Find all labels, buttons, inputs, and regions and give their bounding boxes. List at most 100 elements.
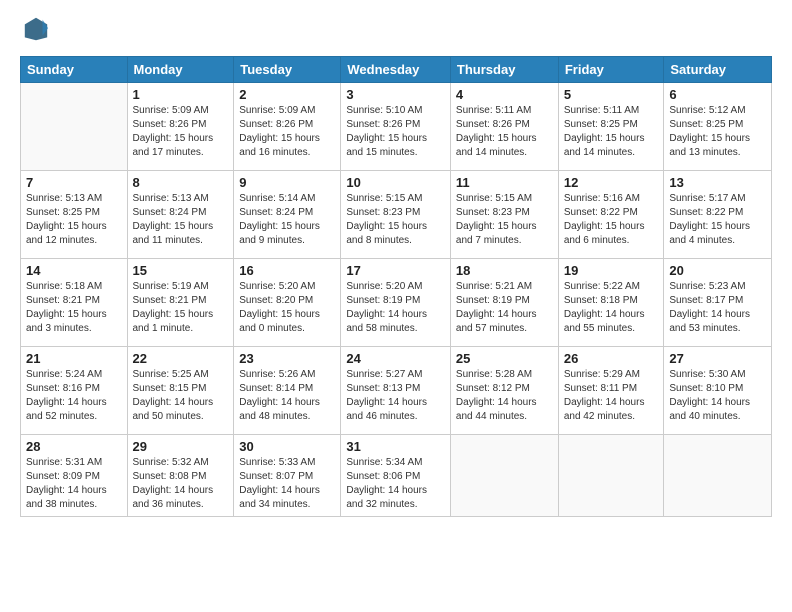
day-number: 30 (239, 439, 335, 454)
logo-text (20, 15, 50, 48)
calendar-cell: 25 Sunrise: 5:28 AMSunset: 8:12 PMDayligh… (450, 347, 558, 435)
day-number: 7 (26, 175, 122, 190)
calendar-cell: 13 Sunrise: 5:17 AMSunset: 8:22 PMDayligh… (664, 171, 772, 259)
main-container: SundayMondayTuesdayWednesdayThursdayFrid… (0, 0, 792, 527)
calendar-day-header: Wednesday (341, 57, 451, 83)
day-number: 2 (239, 87, 335, 102)
calendar-cell: 31 Sunrise: 5:34 AMSunset: 8:06 PMDayligh… (341, 435, 451, 517)
day-info: Sunrise: 5:24 AMSunset: 8:16 PMDaylight:… (26, 368, 122, 424)
day-number: 4 (456, 87, 553, 102)
day-number: 16 (239, 263, 335, 278)
day-number: 20 (669, 263, 766, 278)
calendar-header-row: SundayMondayTuesdayWednesdayThursdayFrid… (21, 57, 772, 83)
calendar-week-row: 28 Sunrise: 5:31 AMSunset: 8:09 PMDayligh… (21, 435, 772, 517)
day-info: Sunrise: 5:28 AMSunset: 8:12 PMDaylight:… (456, 368, 553, 424)
day-number: 23 (239, 351, 335, 366)
day-info: Sunrise: 5:32 AMSunset: 8:08 PMDaylight:… (133, 456, 229, 512)
calendar-cell: 18 Sunrise: 5:21 AMSunset: 8:19 PMDayligh… (450, 259, 558, 347)
calendar-cell: 24 Sunrise: 5:27 AMSunset: 8:13 PMDayligh… (341, 347, 451, 435)
day-info: Sunrise: 5:13 AMSunset: 8:25 PMDaylight:… (26, 192, 122, 248)
day-number: 13 (669, 175, 766, 190)
day-info: Sunrise: 5:25 AMSunset: 8:15 PMDaylight:… (133, 368, 229, 424)
calendar-week-row: 21 Sunrise: 5:24 AMSunset: 8:16 PMDayligh… (21, 347, 772, 435)
calendar-cell: 5Sunrise: 5:11 AMSunset: 8:25 PMDaylight… (558, 83, 664, 171)
calendar-cell (21, 83, 128, 171)
day-info: Sunrise: 5:34 AMSunset: 8:06 PMDaylight:… (346, 456, 445, 512)
day-info: Sunrise: 5:29 AMSunset: 8:11 PMDaylight:… (564, 368, 659, 424)
day-number: 10 (346, 175, 445, 190)
day-info: Sunrise: 5:26 AMSunset: 8:14 PMDaylight:… (239, 368, 335, 424)
calendar-cell (450, 435, 558, 517)
calendar-cell: 17 Sunrise: 5:20 AMSunset: 8:19 PMDayligh… (341, 259, 451, 347)
calendar-cell: 30 Sunrise: 5:33 AMSunset: 8:07 PMDayligh… (234, 435, 341, 517)
day-number: 17 (346, 263, 445, 278)
day-number: 29 (133, 439, 229, 454)
calendar-week-row: 14 Sunrise: 5:18 AMSunset: 8:21 PMDayligh… (21, 259, 772, 347)
calendar-cell: 27 Sunrise: 5:30 AMSunset: 8:10 PMDayligh… (664, 347, 772, 435)
day-number: 12 (564, 175, 659, 190)
day-number: 3 (346, 87, 445, 102)
day-info: Sunrise: 5:19 AMSunset: 8:21 PMDaylight:… (133, 280, 229, 336)
calendar-cell: 10 Sunrise: 5:15 AMSunset: 8:23 PMDayligh… (341, 171, 451, 259)
calendar-cell: 3 Sunrise: 5:10 AMSunset: 8:26 PMDaylight… (341, 83, 451, 171)
calendar-day-header: Thursday (450, 57, 558, 83)
day-info: Sunrise: 5:18 AMSunset: 8:21 PMDaylight:… (26, 280, 122, 336)
day-number: 31 (346, 439, 445, 454)
day-info: Sunrise: 5:17 AMSunset: 8:22 PMDaylight:… (669, 192, 766, 248)
day-number: 25 (456, 351, 553, 366)
calendar-cell: 14 Sunrise: 5:18 AMSunset: 8:21 PMDayligh… (21, 259, 128, 347)
day-number: 28 (26, 439, 122, 454)
day-info: Sunrise: 5:31 AMSunset: 8:09 PMDaylight:… (26, 456, 122, 512)
day-number: 26 (564, 351, 659, 366)
calendar-week-row: 1 Sunrise: 5:09 AMSunset: 8:26 PMDaylight… (21, 83, 772, 171)
calendar-cell: 21 Sunrise: 5:24 AMSunset: 8:16 PMDayligh… (21, 347, 128, 435)
day-info: Sunrise: 5:30 AMSunset: 8:10 PMDaylight:… (669, 368, 766, 424)
day-number: 22 (133, 351, 229, 366)
calendar-cell (664, 435, 772, 517)
day-info: Sunrise: 5:12 AMSunset: 8:25 PMDaylight:… (669, 104, 766, 160)
calendar-cell: 11 Sunrise: 5:15 AMSunset: 8:23 PMDayligh… (450, 171, 558, 259)
calendar-cell: 19Sunrise: 5:22 AMSunset: 8:18 PMDayligh… (558, 259, 664, 347)
day-info: Sunrise: 5:21 AMSunset: 8:19 PMDaylight:… (456, 280, 553, 336)
day-info: Sunrise: 5:33 AMSunset: 8:07 PMDaylight:… (239, 456, 335, 512)
day-number: 6 (669, 87, 766, 102)
calendar-day-header: Friday (558, 57, 664, 83)
calendar-cell: 9Sunrise: 5:14 AMSunset: 8:24 PMDaylight… (234, 171, 341, 259)
calendar-cell: 12Sunrise: 5:16 AMSunset: 8:22 PMDayligh… (558, 171, 664, 259)
calendar-day-header: Tuesday (234, 57, 341, 83)
logo-general (20, 15, 50, 48)
day-info: Sunrise: 5:09 AMSunset: 8:26 PMDaylight:… (239, 104, 335, 160)
calendar-cell: 8 Sunrise: 5:13 AMSunset: 8:24 PMDaylight… (127, 171, 234, 259)
logo-icon (22, 15, 50, 43)
day-number: 11 (456, 175, 553, 190)
calendar-cell: 4 Sunrise: 5:11 AMSunset: 8:26 PMDaylight… (450, 83, 558, 171)
day-info: Sunrise: 5:13 AMSunset: 8:24 PMDaylight:… (133, 192, 229, 248)
calendar-cell: 23 Sunrise: 5:26 AMSunset: 8:14 PMDayligh… (234, 347, 341, 435)
day-number: 14 (26, 263, 122, 278)
day-number: 1 (133, 87, 229, 102)
day-number: 24 (346, 351, 445, 366)
day-info: Sunrise: 5:20 AMSunset: 8:20 PMDaylight:… (239, 280, 335, 336)
day-number: 27 (669, 351, 766, 366)
day-number: 9 (239, 175, 335, 190)
day-number: 15 (133, 263, 229, 278)
day-number: 5 (564, 87, 659, 102)
day-info: Sunrise: 5:11 AMSunset: 8:26 PMDaylight:… (456, 104, 553, 160)
day-info: Sunrise: 5:15 AMSunset: 8:23 PMDaylight:… (456, 192, 553, 248)
calendar-cell (558, 435, 664, 517)
calendar-cell: 16 Sunrise: 5:20 AMSunset: 8:20 PMDayligh… (234, 259, 341, 347)
day-info: Sunrise: 5:09 AMSunset: 8:26 PMDaylight:… (133, 104, 229, 160)
day-number: 18 (456, 263, 553, 278)
day-number: 21 (26, 351, 122, 366)
day-info: Sunrise: 5:20 AMSunset: 8:19 PMDaylight:… (346, 280, 445, 336)
day-info: Sunrise: 5:10 AMSunset: 8:26 PMDaylight:… (346, 104, 445, 160)
header (20, 15, 772, 48)
calendar-cell: 7 Sunrise: 5:13 AMSunset: 8:25 PMDaylight… (21, 171, 128, 259)
day-info: Sunrise: 5:15 AMSunset: 8:23 PMDaylight:… (346, 192, 445, 248)
calendar-cell: 1 Sunrise: 5:09 AMSunset: 8:26 PMDaylight… (127, 83, 234, 171)
day-info: Sunrise: 5:27 AMSunset: 8:13 PMDaylight:… (346, 368, 445, 424)
calendar-cell: 15 Sunrise: 5:19 AMSunset: 8:21 PMDayligh… (127, 259, 234, 347)
day-number: 8 (133, 175, 229, 190)
calendar-table: SundayMondayTuesdayWednesdayThursdayFrid… (20, 56, 772, 517)
calendar-cell: 28 Sunrise: 5:31 AMSunset: 8:09 PMDayligh… (21, 435, 128, 517)
